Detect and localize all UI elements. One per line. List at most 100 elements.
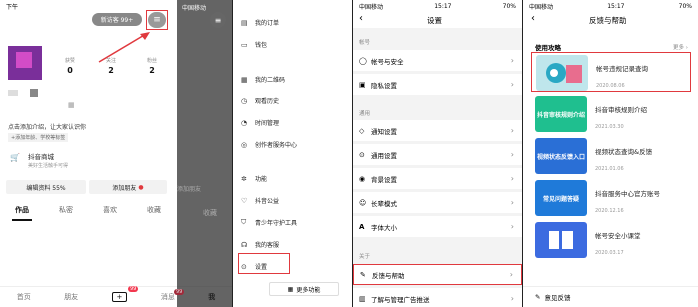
tab-private[interactable]: 私密	[44, 205, 88, 215]
followers-label: 粉丝	[146, 58, 157, 64]
card-thumb-1	[536, 55, 588, 91]
book-icon	[549, 231, 573, 249]
more-link[interactable]: 更多 ›	[673, 43, 688, 51]
chevron-right-icon: ›	[509, 270, 513, 279]
tags-button[interactable]: +添加年龄、学校等标签	[8, 133, 69, 142]
section-about: 关于	[359, 254, 371, 260]
more-features-label: 更多功能	[296, 286, 321, 294]
card-service-center[interactable]: 常见问题答疑 抖音服务中心官方账号 2020.12.16	[531, 178, 691, 218]
nav-create-button[interactable]: +	[111, 292, 128, 302]
chevron-right-icon: ›	[510, 222, 514, 231]
row-font-size-label: 字体大小	[371, 223, 397, 232]
overlay-favorites: 收藏	[203, 209, 217, 217]
likes-value: 0	[67, 66, 73, 75]
status-time: 下午	[6, 3, 19, 11]
menu-creator[interactable]: ◎ 创作者服务中心	[241, 140, 298, 150]
back-arrow-icon[interactable]: ‹	[359, 13, 363, 24]
row-privacy[interactable]: ▣ 隐私设置 ›	[353, 74, 522, 95]
menu-service[interactable]: ☊ 我的客服	[241, 240, 279, 250]
lock-icon: ▣	[359, 80, 366, 89]
row-account-security-label: 帐号与安全	[371, 57, 404, 66]
back-arrow-icon[interactable]: ‹	[531, 13, 535, 24]
menu-orders[interactable]: ▤ 我的订单	[241, 18, 279, 28]
drawer-overlay[interactable]: 中国移动 ≡ 添加朋友 收藏 99	[174, 0, 232, 307]
chevron-right-icon: ›	[510, 80, 514, 89]
id-placeholder	[8, 90, 18, 96]
tab-works[interactable]: 作品	[0, 205, 44, 215]
menu-qr[interactable]: ▦ 我的二维码	[241, 75, 286, 85]
card-review-rules[interactable]: 抖音审核规则介绍 抖音审核规则介绍 2021.03.30	[531, 94, 691, 134]
card-date: 2020.08.06	[596, 83, 625, 89]
headset-icon: ☊	[241, 240, 248, 249]
card-date: 2021.01.06	[595, 166, 624, 172]
row-font-size[interactable]: A 字体大小 ›	[353, 216, 522, 237]
card-video-status[interactable]: 视频状态反馈入口 视频状态查询&反馈 2021.01.06	[531, 136, 691, 176]
card-account-security-class[interactable]: 帐号安全小课堂 2020.03.17	[531, 220, 691, 260]
row-account-security[interactable]: ◯ 帐号与安全 ›	[353, 50, 522, 71]
tab-likes[interactable]: 喜欢	[88, 205, 132, 215]
tab-favorites[interactable]: 收藏	[132, 205, 176, 215]
row-elder-mode-label: 长辈模式	[371, 199, 397, 208]
row-elder-mode[interactable]: ☺ 长辈模式 ›	[353, 192, 522, 213]
following-stat[interactable]: 关注 2	[96, 57, 126, 75]
page-title: 反馈与帮助	[589, 16, 627, 25]
add-friend-label: 添加朋友	[112, 184, 137, 192]
lightbulb-icon: ◎	[241, 140, 248, 149]
message-badge: 99	[128, 286, 139, 292]
overlay-carrier: 中国移动	[182, 5, 207, 12]
row-ad-management[interactable]: ▥ 了解与管理广告推送 ›	[353, 288, 522, 307]
add-friend-button[interactable]: 添加朋友 ●	[89, 180, 167, 194]
row-notification[interactable]: ◇ 通知设置 ›	[353, 120, 522, 141]
row-feedback-help[interactable]: ✎ 反馈与帮助 ›	[353, 264, 522, 285]
ad-icon: ▥	[359, 294, 366, 303]
order-icon: ▤	[241, 18, 248, 27]
row-background-label: 背景设置	[371, 175, 397, 184]
edit-profile-button[interactable]: 编辑资料 55%	[6, 180, 86, 194]
card-thumb-3: 视频状态反馈入口	[535, 138, 587, 174]
card-violation-query[interactable]: 帐号违规记录查询 2020.08.06	[531, 52, 691, 92]
qr-placeholder	[30, 89, 38, 97]
feedback-icon: ✎	[535, 293, 541, 301]
followers-stat[interactable]: 粉丝 2	[137, 57, 167, 75]
following-label: 关注	[105, 58, 116, 64]
section-title: 使用攻略	[535, 44, 561, 52]
menu-time-mgmt[interactable]: ◔ 时间管理	[241, 118, 279, 128]
row-general[interactable]: ⊙ 通用设置 ›	[353, 144, 522, 165]
shop-icon: 🛒	[10, 153, 20, 162]
likes-stat[interactable]: 获赞 0	[55, 57, 85, 75]
card-thumb-3-text: 视频状态反馈入口	[536, 153, 585, 161]
timer-icon: ◔	[241, 118, 248, 127]
followers-value: 2	[149, 66, 155, 75]
card-date: 2020.12.16	[595, 208, 624, 214]
menu-wallet[interactable]: ▭ 钱包	[241, 40, 268, 50]
nav-messages[interactable]: 消息	[161, 292, 175, 302]
menu-features[interactable]: ✲ 功能	[241, 174, 267, 184]
grid-icon: ▦	[287, 285, 294, 293]
red-dot: ●	[138, 183, 144, 191]
row-general-label: 通用设置	[371, 151, 397, 160]
nav-home[interactable]: 首页	[17, 292, 31, 302]
new-visitors-button[interactable]: 新访客 99+	[92, 13, 142, 26]
profile-panel: 下午 新访客 99+ ≡ 获赞 0 关注 2 粉丝 2 ▦ 点击添加介绍，让大家认识你…	[0, 0, 232, 307]
feedback-button[interactable]: ✎ 意见反馈	[523, 286, 698, 307]
card-title: 抖音审核规则介绍	[595, 106, 647, 114]
shop-title[interactable]: 抖音商城	[28, 151, 54, 161]
row-notification-label: 通知设置	[371, 127, 397, 136]
background-icon: ◉	[359, 174, 366, 183]
menu-wallet-label: 钱包	[255, 42, 268, 49]
menu-history[interactable]: ◷ 观看历史	[241, 96, 279, 106]
avatar[interactable]	[8, 46, 42, 80]
more-features-button[interactable]: ▦ 更多功能	[269, 282, 339, 296]
menu-charity[interactable]: ♡ 抖音公益	[241, 196, 279, 206]
menu-qr-label: 我的二维码	[255, 77, 286, 84]
menu-youth[interactable]: ⛉ 青少年守护工具	[241, 218, 297, 227]
nav-friends[interactable]: 朋友	[64, 292, 78, 302]
more-label: 更多	[673, 45, 685, 51]
intro-text[interactable]: 点击添加介绍，让大家认识你	[8, 122, 86, 131]
qr-icon[interactable]: ▦	[68, 101, 75, 109]
card-date: 2021.03.30	[595, 124, 624, 130]
page-title: 设置	[427, 16, 442, 25]
drawer-panel: ▤ 我的订单 ▭ 钱包 ▦ 我的二维码 ◷ 观看历史 ◔ 时间管理 ◎ 创作者服务中心 ✲ 功…	[233, 0, 352, 307]
menu-creator-label: 创作者服务中心	[255, 142, 298, 149]
row-background[interactable]: ◉ 背景设置 ›	[353, 168, 522, 189]
